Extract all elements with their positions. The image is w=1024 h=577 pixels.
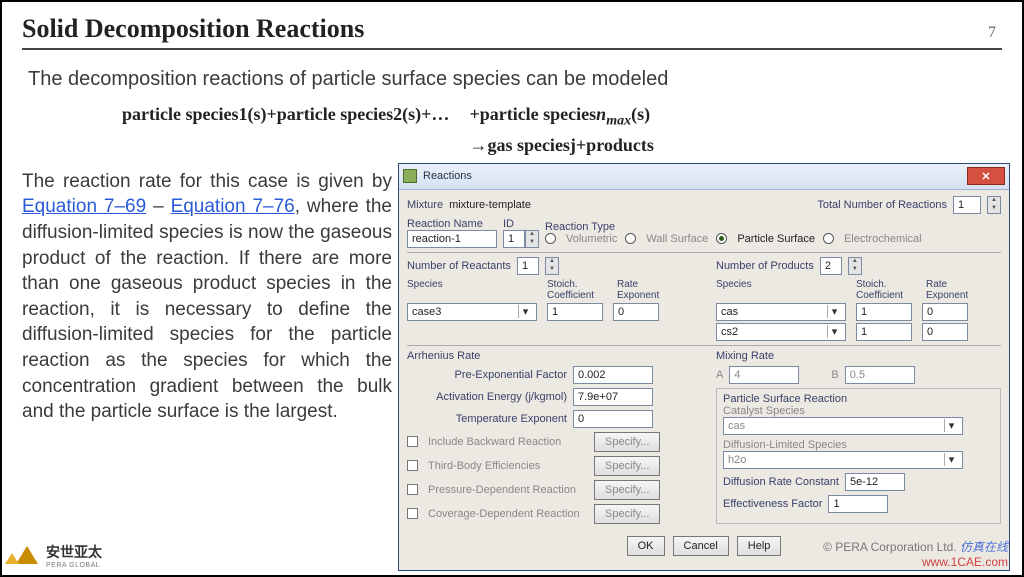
- link-eq-7-76[interactable]: Equation 7–76: [171, 196, 295, 217]
- product-rate-field[interactable]: 0: [922, 303, 968, 321]
- product-species-combo[interactable]: cas▾: [716, 303, 846, 321]
- slide-header: Solid Decomposition Reactions 7: [22, 14, 1002, 50]
- check-pressure-dependent[interactable]: [407, 484, 418, 495]
- id-spinner[interactable]: ▲▼: [525, 230, 539, 248]
- chevron-down-icon[interactable]: ▾: [944, 453, 958, 466]
- reactant-species-combo[interactable]: case3▾: [407, 303, 537, 321]
- chevron-down-icon[interactable]: ▾: [827, 325, 841, 338]
- chevron-down-icon[interactable]: ▾: [944, 419, 958, 432]
- mixture-label: Mixture: [407, 199, 443, 211]
- activation-energy-field[interactable]: 7.9e+07: [573, 388, 653, 406]
- total-reactions-field[interactable]: 1: [953, 196, 981, 214]
- footer: 安世亚太 PERA GLOBAL © PERA Corporation Ltd.…: [16, 538, 1008, 569]
- reactions-dialog: Reactions ✕ Mixture mixture-template Tot…: [398, 163, 1010, 571]
- product-species-combo[interactable]: cs2▾: [716, 323, 846, 341]
- diffusion-species-combo[interactable]: h2o▾: [723, 451, 963, 469]
- link-eq-7-69[interactable]: Equation 7–69: [22, 196, 146, 217]
- close-icon[interactable]: ✕: [967, 167, 1005, 185]
- reactant-row: case3▾ 1 0: [407, 303, 692, 321]
- id-field[interactable]: 1: [503, 230, 525, 248]
- body-text: The reaction rate for this case is given…: [22, 169, 392, 425]
- reactant-stoich-field[interactable]: 1: [547, 303, 603, 321]
- equation-left: particle species1(s)+particle species2(s…: [122, 101, 449, 159]
- diffusion-rate-field[interactable]: 5e-12: [845, 473, 905, 491]
- num-products-label: Number of Products: [716, 260, 814, 272]
- effectiveness-label: Effectiveness Factor: [723, 498, 822, 510]
- slide: Solid Decomposition Reactions 7 The deco…: [0, 0, 1024, 577]
- temp-exp-field[interactable]: 0: [573, 410, 653, 428]
- particle-surface-reaction-group: Particle Surface Reaction Catalyst Speci…: [716, 388, 1001, 524]
- app-icon: [403, 169, 417, 183]
- reaction-type-label: Reaction Type: [545, 221, 1001, 233]
- page-number: 7: [988, 24, 1002, 42]
- mix-a-field[interactable]: 4: [729, 366, 799, 384]
- specify-button[interactable]: Specify...: [594, 432, 660, 452]
- chevron-down-icon[interactable]: ▾: [827, 305, 841, 318]
- equation-block: particle species1(s)+particle species2(s…: [122, 101, 1002, 159]
- effectiveness-field[interactable]: 1: [828, 495, 888, 513]
- temp-exp-label: Temperature Exponent: [407, 413, 567, 425]
- catalyst-label: Catalyst Species: [723, 405, 994, 417]
- id-label: ID: [503, 218, 539, 230]
- reaction-name-label: Reaction Name: [407, 218, 497, 230]
- preexp-label: Pre-Exponential Factor: [407, 369, 567, 381]
- product-rate-field[interactable]: 0: [922, 323, 968, 341]
- dialog-title: Reactions: [423, 170, 967, 182]
- num-products-field[interactable]: 2: [820, 257, 842, 275]
- body-row: The reaction rate for this case is given…: [22, 169, 1002, 425]
- specify-button[interactable]: Specify...: [594, 504, 660, 524]
- activation-energy-label: Activation Energy (j/kgmol): [407, 391, 567, 403]
- product-stoich-field[interactable]: 1: [856, 303, 912, 321]
- copyright-text: © PERA Corporation Ltd.: [823, 540, 957, 554]
- psr-title: Particle Surface Reaction: [723, 393, 994, 405]
- reaction-name-field[interactable]: reaction-1: [407, 230, 497, 248]
- radio-electrochemical[interactable]: [823, 233, 834, 244]
- equation-right: +particle speciesnmax(s) →gas speciesj+p…: [469, 101, 653, 159]
- num-products-spinner[interactable]: ▲▼: [848, 257, 862, 275]
- check-coverage-dependent[interactable]: [407, 508, 418, 519]
- logo-sub-text: PERA GLOBAL: [46, 562, 102, 569]
- check-backward-reaction[interactable]: [407, 436, 418, 447]
- radio-particle-surface[interactable]: [716, 233, 727, 244]
- radio-volumetric[interactable]: [545, 233, 556, 244]
- arrhenius-title: Arrhenius Rate: [407, 350, 692, 362]
- watermark-url: www.1CAE.com: [922, 555, 1008, 569]
- num-reactants-label: Number of Reactants: [407, 260, 511, 272]
- specify-button[interactable]: Specify...: [594, 480, 660, 500]
- slide-title: Solid Decomposition Reactions: [22, 14, 364, 44]
- logo-triangle-icon: [5, 553, 19, 564]
- mixing-rate-title: Mixing Rate: [716, 350, 1001, 362]
- specify-button[interactable]: Specify...: [594, 456, 660, 476]
- num-reactants-field[interactable]: 1: [517, 257, 539, 275]
- dialog-body: Mixture mixture-template Total Number of…: [399, 190, 1009, 570]
- radio-wall-surface[interactable]: [625, 233, 636, 244]
- product-row: cas▾ 1 0: [716, 303, 1001, 321]
- dialog-wrap: x: Reactions ✕ Mixture mixture-template …: [404, 169, 1002, 425]
- logo-triangle-icon: [16, 546, 38, 564]
- check-third-body[interactable]: [407, 460, 418, 471]
- total-reactions-label: Total Number of Reactions: [817, 199, 947, 211]
- diffusion-species-label: Diffusion-Limited Species: [723, 439, 994, 451]
- product-stoich-field[interactable]: 1: [856, 323, 912, 341]
- dialog-titlebar[interactable]: Reactions ✕: [399, 164, 1009, 190]
- logo-cn-text: 安世亚太: [46, 542, 102, 562]
- preexp-field[interactable]: 0.002: [573, 366, 653, 384]
- diffusion-rate-label: Diffusion Rate Constant: [723, 476, 839, 488]
- reactant-rate-field[interactable]: 0: [613, 303, 659, 321]
- pera-logo: 安世亚太 PERA GLOBAL: [16, 542, 102, 569]
- mix-b-field[interactable]: 0.5: [845, 366, 915, 384]
- watermark-cn: 仿真在线: [960, 540, 1008, 554]
- chevron-down-icon[interactable]: ▾: [518, 305, 532, 318]
- mixture-value: mixture-template: [449, 199, 531, 211]
- product-row: cs2▾ 1 0: [716, 323, 1001, 341]
- total-reactions-spinner[interactable]: ▲▼: [987, 196, 1001, 214]
- num-reactants-spinner[interactable]: ▲▼: [545, 257, 559, 275]
- catalyst-combo[interactable]: cas▾: [723, 417, 963, 435]
- intro-text: The decomposition reactions of particle …: [28, 68, 1002, 91]
